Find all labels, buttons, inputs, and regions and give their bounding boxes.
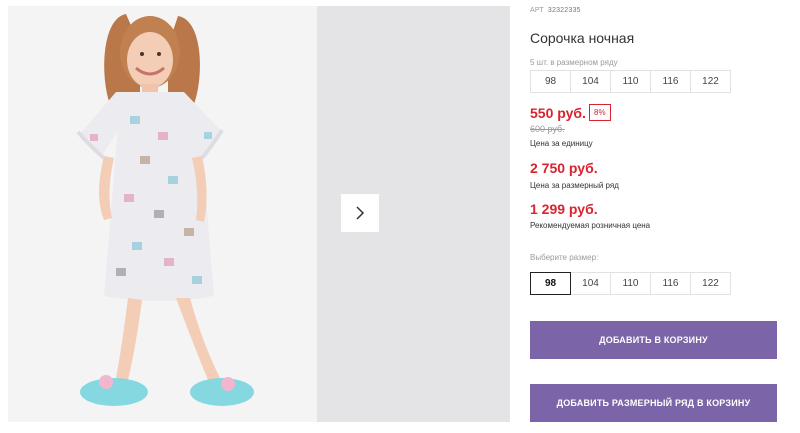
pack-size-122: 122 [690, 70, 731, 93]
pack-size-116: 116 [650, 70, 691, 93]
old-price: 600 руб. [530, 124, 565, 134]
product-gallery [8, 6, 510, 422]
chevron-right-icon [356, 206, 365, 220]
add-pack-to-cart-button[interactable]: ДОБАВИТЬ РАЗМЕРНЫЙ РЯД В КОРЗИНУ [530, 384, 777, 422]
size-selector: 98 104 110 116 122 [530, 272, 731, 295]
sku-value: 32322335 [547, 7, 581, 14]
pack-note: 5 шт. в размерном ряду [530, 58, 618, 67]
girl-in-nightgown-image [8, 6, 317, 422]
product-photo[interactable] [8, 6, 317, 422]
size-option-98[interactable]: 98 [530, 272, 571, 295]
retail-price: 1 299 руб. [530, 201, 598, 217]
discount-badge: 8% [589, 104, 611, 121]
product-title: Сорочка ночная [530, 30, 635, 46]
pack-size-98: 98 [530, 70, 571, 93]
size-select-label: Выберите размер: [530, 253, 599, 262]
pack-price: 2 750 руб. [530, 160, 598, 176]
size-option-104[interactable]: 104 [570, 272, 611, 295]
size-option-122[interactable]: 122 [690, 272, 731, 295]
pack-sizes: 98 104 110 116 122 [530, 70, 731, 93]
unit-price: 550 руб. [530, 105, 586, 121]
sku-label: АРТ [530, 7, 544, 14]
unit-price-caption: Цена за единицу [530, 139, 593, 148]
pack-size-110: 110 [610, 70, 651, 93]
pack-price-caption: Цена за размерный ряд [530, 181, 619, 190]
next-photo-button[interactable] [341, 194, 379, 232]
size-option-110[interactable]: 110 [610, 272, 651, 295]
pack-size-104: 104 [570, 70, 611, 93]
size-option-116[interactable]: 116 [650, 272, 691, 295]
sku: АРТ 32322335 [530, 7, 581, 14]
retail-price-caption: Рекомендуемая розничная цена [530, 221, 651, 230]
add-to-cart-button[interactable]: ДОБАВИТЬ В КОРЗИНУ [530, 321, 777, 359]
